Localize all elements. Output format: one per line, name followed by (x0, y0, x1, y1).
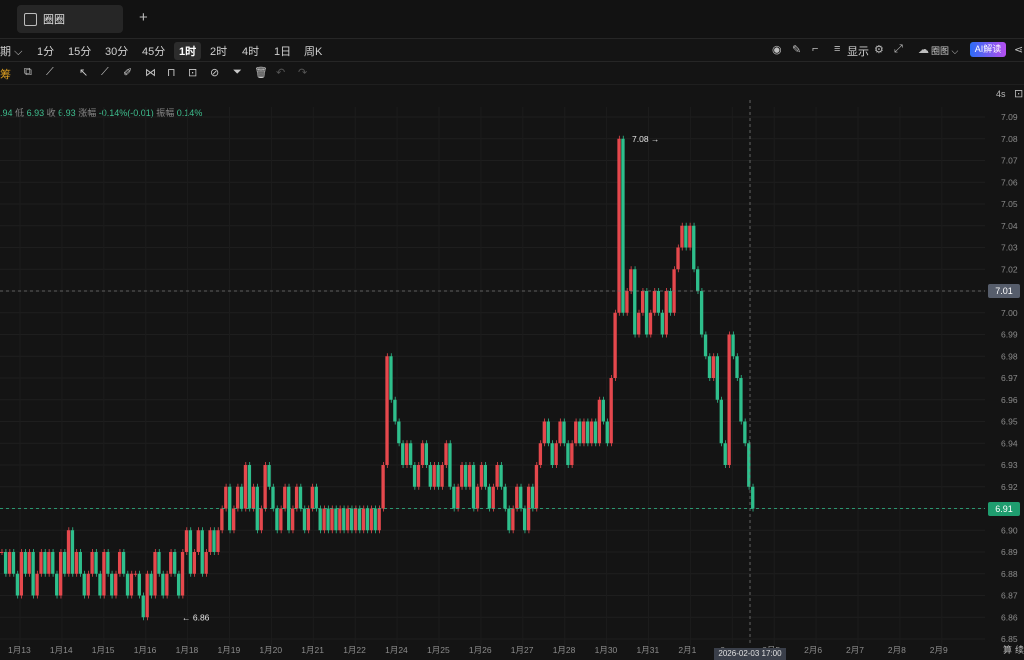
y-tick-label: 6.94 (1001, 438, 1018, 448)
y-tick-label: 6.89 (1001, 547, 1018, 557)
y-tick-label: 7.02 (1001, 264, 1018, 274)
y-tick-label: 7.00 (1001, 308, 1018, 318)
x-tick-label: 1月30 (595, 645, 618, 655)
x-tick-label: 1月19 (218, 645, 241, 655)
y-tick-label: 6.85 (1001, 634, 1018, 644)
x-tick-label: 1月15 (92, 645, 115, 655)
y-tick-label: 6.86 (1001, 612, 1018, 622)
x-tick-label: 1月16 (134, 645, 157, 655)
bottom-right-label: 续 (1015, 644, 1024, 655)
x-tick-label: 1月25 (427, 645, 450, 655)
y-tick-label: 7.07 (1001, 156, 1018, 166)
high-annotation: 7.08 → (632, 134, 659, 144)
x-tick-label: 2月8 (888, 645, 906, 655)
x-tick-label: 2月7 (846, 645, 864, 655)
crosshair-time-label: 2026-02-03 17:00 (714, 648, 786, 660)
x-tick-label: 1月31 (637, 645, 660, 655)
y-tick-label: 6.97 (1001, 373, 1018, 383)
y-tick-label: 7.08 (1001, 134, 1018, 144)
candlestick-chart[interactable]: 7.09 7.08 7.07 7.06 7.05 7.04 7.03 7.02 7.01 7.00… (0, 0, 1024, 656)
y-tick-label: 6.93 (1001, 460, 1018, 470)
x-tick-label: 1月26 (469, 645, 492, 655)
y-tick-label: 6.92 (1001, 482, 1018, 492)
crosshair-price-label: 7.01 (988, 284, 1020, 298)
y-tick-label: 6.90 (1001, 525, 1018, 535)
x-tick-label: 2月1 (678, 645, 696, 655)
x-tick-label: 2月9 (930, 645, 948, 655)
y-tick-label: 6.88 (1001, 569, 1018, 579)
x-tick-label: 2月6 (804, 645, 822, 655)
y-tick-label: 7.05 (1001, 199, 1018, 209)
x-tick-label: 1月21 (301, 645, 324, 655)
y-tick-label: 7.06 (1001, 177, 1018, 187)
x-tick-label: 1月20 (259, 645, 282, 655)
y-tick-label: 6.98 (1001, 351, 1018, 361)
x-tick-label: 1月18 (176, 645, 199, 655)
y-tick-label: 7.03 (1001, 243, 1018, 253)
y-tick-label: 7.04 (1001, 221, 1018, 231)
x-tick-label: 1月13 (8, 645, 31, 655)
low-annotation: ← 6.86 (182, 612, 210, 622)
y-tick-label: 6.95 (1001, 417, 1018, 427)
last-price-label: 6.91 (988, 501, 1020, 516)
x-tick-label: 1月14 (50, 645, 73, 655)
y-tick-label: 6.99 (1001, 330, 1018, 340)
y-tick-label: 7.09 (1001, 112, 1018, 122)
y-tick-label: 6.87 (1001, 591, 1018, 601)
bottom-right-label: 算 (1003, 644, 1012, 655)
x-tick-label: 1月24 (385, 645, 408, 655)
y-tick-label: 6.96 (1001, 395, 1018, 405)
x-tick-label: 1月28 (553, 645, 576, 655)
x-tick-label: 1月22 (343, 645, 366, 655)
x-tick-label: 1月27 (511, 645, 534, 655)
